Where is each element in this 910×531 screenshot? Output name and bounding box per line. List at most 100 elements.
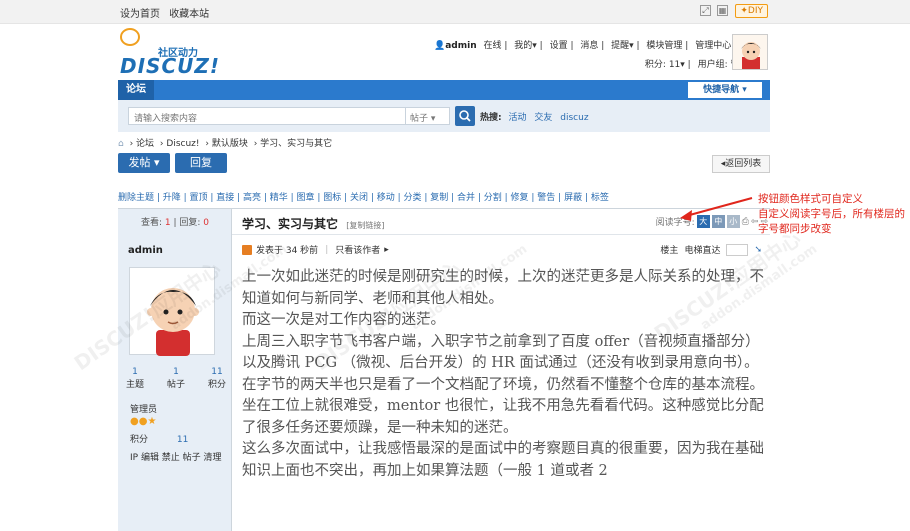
- post-meta: 发表于 34 秒前 | 只看该作者 ▸: [242, 243, 389, 256]
- author-sidebar: 查看: 1 | 回复: 0 admin 1 主题 1 帖子 11 积分 管理员 …: [118, 209, 232, 531]
- post-time: 发表于 34 秒前: [256, 246, 319, 256]
- thread-stats: 查看: 1 | 回复: 0: [140, 218, 210, 228]
- moderation-bar[interactable]: 删除主题 | 升降 | 置顶 | 直接 | 高亮 | 精华 | 图章 | 图标 …: [118, 190, 609, 203]
- author-group[interactable]: 管理员: [130, 402, 157, 415]
- credits-label: 积分: [130, 435, 149, 445]
- post-paragraph: 这么多次面试中，让我感悟最深的是面试中的考察题目真的很重要，因为我在基础知识上面…: [242, 441, 764, 479]
- logo-bubble-icon: [120, 28, 140, 46]
- only-author-arrow-icon: ▸: [384, 244, 389, 255]
- nav-my[interactable]: 我的: [514, 41, 532, 51]
- annotation-note: 按钮颜色样式可自定义 自定义阅读字号后，所有楼层的字号都同步改变: [758, 193, 905, 235]
- only-author-link[interactable]: 只看该作者: [335, 243, 380, 256]
- user-nav: 👤admin 在线 | 我的▾ | 设置 | 消息 | 提醒▾ | 模块管理 |…: [430, 38, 762, 70]
- breadcrumb-item[interactable]: 论坛: [136, 139, 154, 149]
- username-link[interactable]: admin: [445, 41, 476, 51]
- stat-label: 帖子: [166, 380, 185, 390]
- header: 社区动力 DISCUZ! 👤admin 在线 | 我的▾ | 设置 | 消息 |…: [0, 24, 910, 82]
- stat-value: 11: [211, 367, 223, 377]
- user-icon: 👤: [434, 41, 446, 51]
- main-nav: 论坛 快捷导航 ▾: [118, 80, 770, 100]
- author-stats: 1 主题 1 帖子 11 积分: [126, 367, 226, 390]
- post-paragraph: 上周三入职字节飞书客户端，入职字节之前拿到了百度 offer（音视频直播部分） …: [242, 333, 760, 372]
- diy-button[interactable]: ✦DIY: [735, 4, 768, 18]
- author-avatar[interactable]: [129, 267, 215, 356]
- author-admin-actions[interactable]: IP 编辑 禁止 帖子 清理: [130, 450, 222, 463]
- replies-label: 回复:: [179, 218, 201, 228]
- stat-threads[interactable]: 1 主题: [126, 367, 144, 390]
- author-credits: 积分 11: [130, 432, 188, 445]
- home-icon[interactable]: ⌂: [118, 139, 124, 149]
- top-links: 设为首页 收藏本站: [120, 5, 215, 20]
- breadcrumb: ⌂ › 论坛 › Discuz! › 默认版块 › 学习、实习与其它: [118, 139, 333, 149]
- post-content: 学习、实习与其它 [复制链接] 阅读字号: 大 中 小 ⎙ ⇦ ⇨ 发表于 34…: [232, 209, 770, 531]
- thread-title-text: 学习、实习与其它: [242, 217, 339, 231]
- points-link[interactable]: 积分: 11: [645, 60, 680, 70]
- stat-label: 主题: [126, 380, 145, 390]
- back-to-list-button[interactable]: ◂返回列表: [712, 155, 770, 173]
- thread-header: 学习、实习与其它 [复制链接] 阅读字号: 大 中 小 ⎙ ⇦ ⇨: [232, 209, 770, 235]
- font-size-control: 阅读字号: 大 中 小 ⎙ ⇦ ⇨: [656, 215, 768, 228]
- set-homepage-link[interactable]: 设为首页: [120, 9, 160, 20]
- search-type-select[interactable]: 帖子 ▾: [406, 107, 450, 125]
- floor-label: 楼主: [660, 246, 679, 256]
- stat-value: 1: [132, 367, 138, 377]
- reply-button[interactable]: 回复: [175, 153, 227, 173]
- hot-search-label: 热搜:: [480, 113, 502, 123]
- post-paragraph: 而这一次是对工作内容的迷茫。: [242, 312, 445, 328]
- fullscreen-icon[interactable]: ⤢: [700, 5, 711, 16]
- top-tools: ⤢ ▦: [700, 5, 728, 16]
- font-medium-button[interactable]: 中: [711, 215, 725, 228]
- print-icon[interactable]: ⎙: [742, 217, 749, 227]
- nav-admin-center[interactable]: 管理中心: [695, 41, 731, 51]
- thread-title: 学习、实习与其它 [复制链接]: [242, 215, 384, 232]
- font-small-button[interactable]: 小: [726, 215, 740, 228]
- hot-search-item[interactable]: 交友: [534, 113, 552, 123]
- top-bar: 设为首页 收藏本站 ⤢ ▦ ✦DIY: [0, 0, 910, 24]
- stat-credits[interactable]: 11 积分: [208, 367, 226, 390]
- nav-messages[interactable]: 消息: [580, 41, 598, 51]
- bookmark-link[interactable]: 收藏本站: [169, 9, 209, 20]
- copy-link[interactable]: [复制链接]: [346, 221, 384, 230]
- nav-notifications[interactable]: 提醒: [611, 41, 629, 51]
- replies-count: 0: [203, 218, 210, 228]
- nav-settings[interactable]: 设置: [550, 41, 568, 51]
- breadcrumb-item[interactable]: 默认版块: [212, 139, 248, 149]
- new-post-button[interactable]: 发帖 ▾: [118, 153, 170, 173]
- site-logo[interactable]: 社区动力 DISCUZ!: [118, 28, 228, 80]
- image-icon[interactable]: ▦: [717, 5, 728, 16]
- breadcrumb-item[interactable]: 学习、实习与其它: [260, 139, 332, 149]
- action-row: 发帖 ▾ 回复 ◂返回列表: [118, 153, 770, 175]
- header-avatar[interactable]: [732, 34, 768, 70]
- new-post-label: 发帖: [128, 156, 151, 169]
- quick-nav-button[interactable]: 快捷导航 ▾: [688, 82, 762, 98]
- author-name[interactable]: admin: [128, 245, 163, 256]
- search-button[interactable]: [455, 106, 475, 126]
- search-input[interactable]: 请输入搜索内容: [128, 107, 406, 125]
- quick-nav-label: 快捷导航: [703, 85, 740, 95]
- hot-search-item[interactable]: 活动: [508, 113, 526, 123]
- credits-value: 11: [176, 435, 189, 445]
- stat-posts[interactable]: 1 帖子: [167, 367, 185, 390]
- post-paragraph: 在字节的两天半也只是看了一个文档配了环境，仍然看不懂整个仓库的基本流程。坐在工位…: [242, 376, 764, 436]
- hot-search: 热搜: 活动 交友 discuz: [480, 110, 594, 123]
- medal-icons: ●●★: [130, 416, 157, 427]
- go-floor-icon[interactable]: ➘: [754, 245, 762, 255]
- post-body: 上一次如此迷茫的时候是刚研究生的时候，上次的迷茫更多是人际关系的处理，不知道如何…: [242, 267, 764, 482]
- views-count: 1: [164, 218, 171, 228]
- hot-search-item[interactable]: discuz: [560, 113, 588, 123]
- post-paragraph: 上一次如此迷茫的时候是刚研究生的时候，上次的迷茫更多是人际关系的处理，不知道如何…: [242, 269, 764, 307]
- search-bar: 请输入搜索内容 帖子 ▾ 热搜: 活动 交友 discuz: [118, 100, 770, 132]
- font-size-label: 阅读字号:: [655, 218, 695, 228]
- breadcrumb-item[interactable]: Discuz!: [166, 139, 199, 149]
- stat-value: 1: [173, 367, 179, 377]
- font-large-button[interactable]: 大: [696, 215, 710, 228]
- views-label: 查看:: [140, 218, 162, 228]
- post-area: 查看: 1 | 回复: 0 admin 1 主题 1 帖子 11 积分 管理员 …: [118, 208, 770, 531]
- go-to-floor-label: 电梯直达: [684, 246, 721, 256]
- floor-controls: 楼主 电梯直达 ➘: [660, 243, 762, 256]
- logo-brand: DISCUZ!: [120, 54, 220, 78]
- floor-input[interactable]: [726, 243, 749, 256]
- search-icon: [459, 110, 471, 122]
- nav-tab-forum[interactable]: 论坛: [118, 80, 154, 100]
- nav-module-manage[interactable]: 模块管理: [646, 41, 682, 51]
